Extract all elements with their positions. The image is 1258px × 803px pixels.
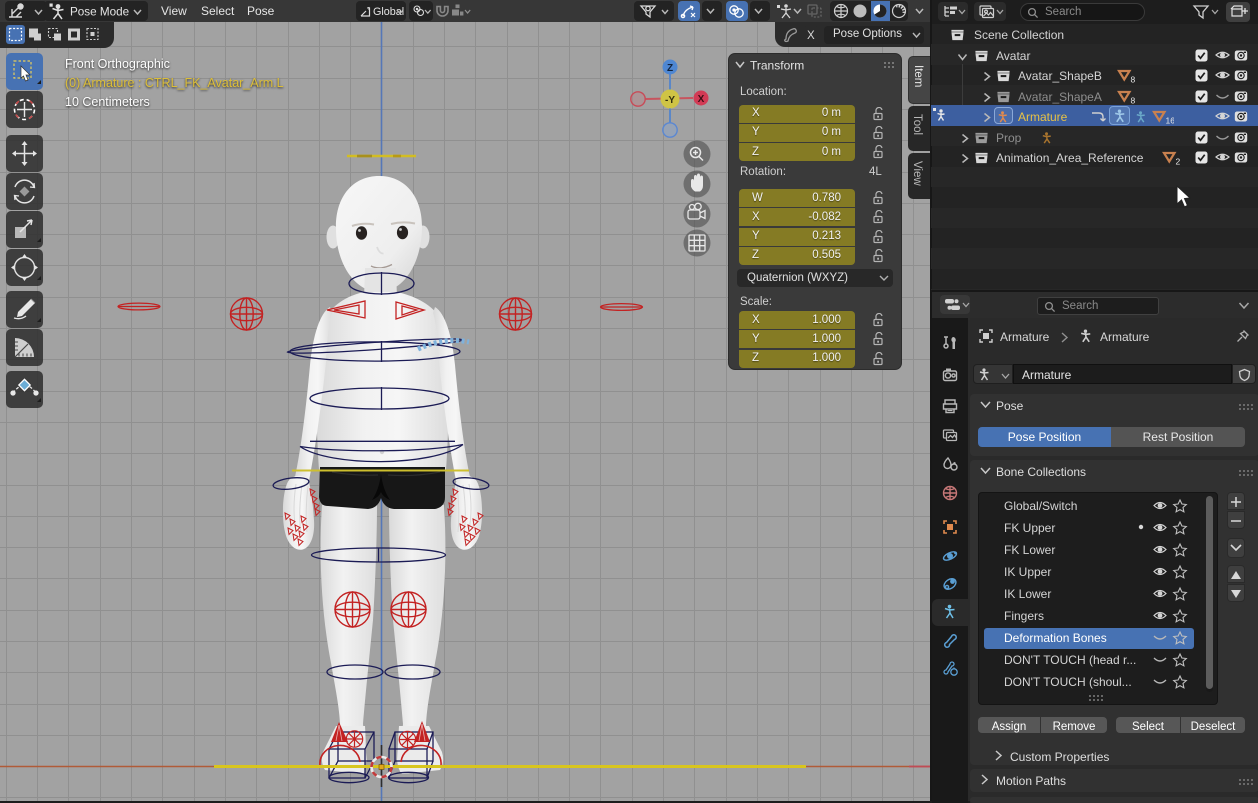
svg-text:Custom Properties: Custom Properties — [1010, 750, 1109, 764]
svg-text:16: 16 — [1166, 116, 1175, 126]
svg-text:X: X — [698, 94, 705, 105]
svg-text:Pose Mode: Pose Mode — [70, 6, 129, 19]
svg-text:8: 8 — [1131, 95, 1136, 105]
svg-text:Z: Z — [667, 63, 673, 74]
svg-text:2: 2 — [1176, 157, 1181, 167]
svg-text:-Y: -Y — [665, 95, 675, 106]
svg-text:X: X — [807, 30, 815, 42]
svg-text:Transform: Transform — [750, 59, 804, 73]
svg-text:8: 8 — [1131, 75, 1136, 85]
svg-text:Motion Paths: Motion Paths — [996, 774, 1066, 788]
svg-text:Pose: Pose — [996, 399, 1024, 413]
svg-text:Bone Collections: Bone Collections — [996, 465, 1086, 479]
